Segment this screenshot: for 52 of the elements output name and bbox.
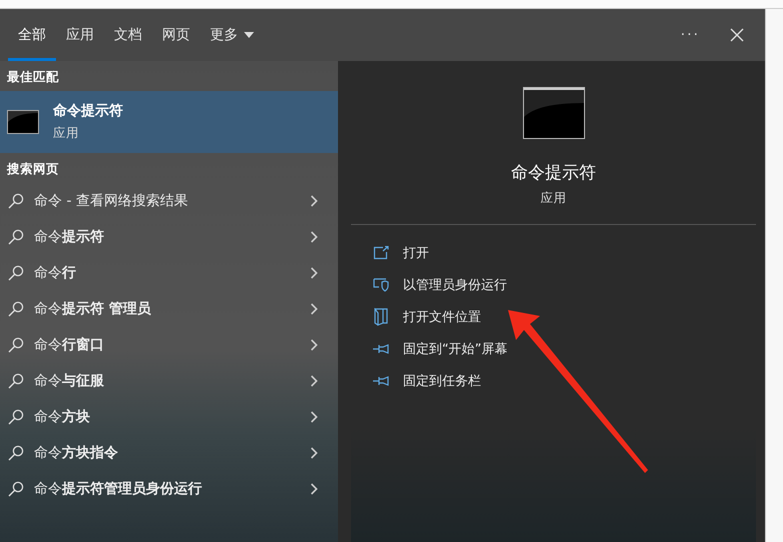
action-item[interactable]: 打开 [373,237,756,269]
search-icon [8,229,24,245]
tab[interactable]: 网页 [152,9,200,61]
search-icon [8,373,24,389]
action-item[interactable]: 以管理员身份运行 [373,269,756,301]
tab[interactable]: 文档 [104,9,152,61]
chevron-right-icon [310,411,318,423]
section-heading: 搜索网页 [6,160,60,178]
chevron-right-icon [310,231,318,243]
chevron-right-icon [310,303,318,315]
action-item[interactable]: 固定到任务栏 [373,365,756,397]
search-suggestion[interactable]: 命令与征服 [0,363,338,399]
pin-icon [373,376,389,386]
app-type: 应用 [540,190,566,207]
action-item[interactable]: 打开文件位置 [373,301,756,333]
search-icon [8,193,24,209]
folder-icon [373,308,389,326]
search-icon [8,337,24,353]
pin-icon [373,344,389,354]
search-suggestion[interactable]: 命令行 [0,255,338,291]
chevron-right-icon [310,267,318,279]
open-window-icon [373,246,389,260]
terminal-icon [522,87,584,139]
search-icon [8,481,24,497]
chevron-right-icon [310,447,318,459]
close-icon[interactable] [730,28,744,42]
section-heading: 最佳匹配 [6,68,60,86]
chevron-right-icon [310,483,318,495]
search-icon [8,265,24,281]
search-suggestion[interactable]: 命令提示符 管理员 [0,291,338,327]
search-icon [8,409,24,425]
terminal-icon [7,110,39,134]
search-suggestion[interactable]: 命令提示符管理员身份运行 [0,471,338,507]
search-suggestion[interactable]: 命令行窗口 [0,327,338,363]
app-name: 命令提示符 [53,102,123,120]
search-icon [8,301,24,317]
more-button[interactable]: ··· [674,26,706,44]
tab[interactable]: 更多 [200,9,264,61]
search-icon [8,445,24,461]
search-suggestion[interactable]: 命令方块指令 [0,435,338,471]
search-suggestion[interactable]: 命令 - 查看网络搜索结果 [0,183,338,219]
app-name: 命令提示符 [511,162,596,184]
app-type: 应用 [53,125,80,142]
search-suggestion[interactable]: 命令提示符 [0,219,338,255]
chevron-right-icon [310,339,318,351]
shield-icon [373,278,389,292]
chevron-right-icon [310,375,318,387]
tab[interactable]: 应用 [56,9,104,61]
search-suggestion[interactable]: 命令方块 [0,399,338,435]
best-match-item[interactable]: 命令提示符 应用 [0,91,338,153]
chevron-right-icon [310,195,318,207]
action-item[interactable]: 固定到“开始”屏幕 [373,333,756,365]
